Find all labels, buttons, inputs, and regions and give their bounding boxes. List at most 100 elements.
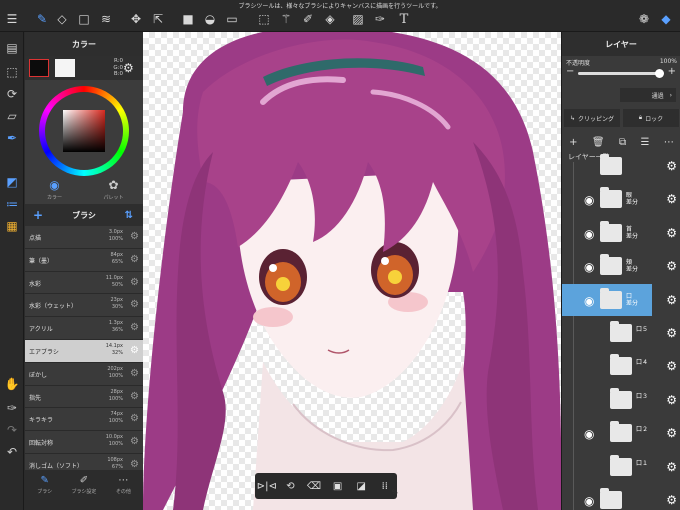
layer-settings-gear-icon[interactable]: ⚙ [666, 426, 677, 440]
eye-icon[interactable]: ◉ [584, 427, 594, 441]
eye-icon[interactable]: ◉ [584, 260, 594, 274]
sort-brush-icon[interactable]: ⇅ [125, 210, 133, 221]
brush-gear-icon[interactable]: ⚙ [130, 322, 139, 333]
eraser-tool-icon[interactable]: ◇ [54, 11, 70, 27]
tab-palette[interactable]: ✿ パレット [84, 174, 143, 204]
eye-icon[interactable]: ◉ [584, 294, 594, 308]
tab-brush-settings[interactable]: ✐ ブラシ設定 [64, 470, 103, 500]
brush-gear-icon[interactable]: ⚙ [130, 254, 139, 265]
add-layer-icon[interactable]: + [569, 137, 577, 148]
brush-gear-icon[interactable]: ⚙ [130, 413, 139, 424]
brush-gear-icon[interactable]: ⚙ [130, 459, 139, 470]
saturation-value-square[interactable] [63, 110, 105, 152]
stabilizer-icon[interactable]: ✒ [4, 130, 20, 146]
layers-toggle-icon[interactable]: ◆ [658, 11, 674, 27]
layer-row[interactable]: ◉ 眼差分 ⚙ [562, 183, 680, 215]
magic-wand-icon[interactable]: ⚚ [278, 11, 294, 27]
tab-other[interactable]: ⋯ その他 [104, 470, 143, 500]
eye-icon[interactable]: ◉ [584, 227, 594, 241]
color-toggle-icon[interactable]: ◩ [4, 174, 20, 190]
hue-wheel[interactable] [39, 86, 129, 176]
clipping-button[interactable]: ↳ クリッピング [564, 109, 620, 127]
layer-move-icon[interactable]: ▨ [350, 11, 366, 27]
brush-tool-icon[interactable]: ✎ [34, 11, 50, 27]
edit-color-icon[interactable]: ◪ [349, 473, 373, 499]
layer-settings-gear-icon[interactable]: ⚙ [666, 159, 677, 173]
brush-item[interactable]: アクリル 1.3px 36% ⚙ [25, 317, 143, 340]
eyedropper-side-icon[interactable]: ✑ [4, 400, 20, 416]
transform-rotate-icon[interactable]: ⟲ [279, 473, 303, 499]
text-tool-icon[interactable]: T [396, 11, 412, 27]
layer-settings-gear-icon[interactable]: ⚙ [666, 293, 677, 307]
brush-item[interactable]: 水彩 11.0px 50% ⚙ [25, 271, 143, 295]
color-settings-gear-icon[interactable]: ⚙ [123, 61, 134, 75]
layer-settings-gear-icon[interactable]: ⚙ [666, 493, 677, 507]
opacity-minus-icon[interactable]: − [566, 66, 574, 77]
brush-list-toggle-icon[interactable]: ≔ [4, 196, 20, 212]
layer-row[interactable]: 口３ ⚙ [562, 384, 680, 416]
select-pen-icon[interactable]: ✐ [300, 11, 316, 27]
layer-settings-gear-icon[interactable]: ⚙ [666, 393, 677, 407]
brush-gear-icon[interactable]: ⚙ [130, 231, 139, 242]
opacity-plus-icon[interactable]: + [668, 66, 676, 77]
redo-icon[interactable]: ↷ [4, 422, 20, 438]
gradient-tool-icon[interactable]: ▭ [224, 11, 240, 27]
drawing-canvas[interactable] [143, 32, 561, 510]
move-tool-icon[interactable]: ✥ [128, 11, 144, 27]
blend-mode-select[interactable]: 通過 › [620, 88, 676, 102]
lock-button[interactable]: 🔒︎ ロック [623, 109, 679, 127]
opacity-slider[interactable] [578, 69, 664, 78]
layer-row-selected[interactable]: ◉ 口差分 ⚙ [562, 283, 680, 316]
eye-icon[interactable]: ◉ [584, 494, 594, 508]
materials-icon[interactable]: ❁ [636, 11, 652, 27]
layer-settings-gear-icon[interactable]: ⚙ [666, 192, 677, 206]
layer-row[interactable]: ◉ 首差分 ⚙ [562, 217, 680, 249]
duplicate-layer-icon[interactable]: ⧉ [619, 137, 626, 148]
layer-settings-gear-icon[interactable]: ⚙ [666, 259, 677, 273]
layer-settings-gear-icon[interactable]: ⚙ [666, 326, 677, 340]
hand-tool-icon[interactable]: ✋ [4, 376, 20, 392]
layer-settings-gear-icon[interactable]: ⚙ [666, 226, 677, 240]
transform-tool-icon[interactable]: ⇱ [150, 11, 166, 27]
select-eraser-icon[interactable]: ◈ [322, 11, 338, 27]
eye-icon[interactable]: ◉ [584, 193, 594, 207]
brush-gear-icon[interactable]: ⚙ [130, 277, 139, 288]
snap-icon[interactable]: ⟳ [4, 86, 20, 102]
secondary-color-swatch[interactable] [55, 59, 75, 77]
brush-gear-icon[interactable]: ⚙ [130, 391, 139, 402]
opacity-slider-knob[interactable] [655, 69, 664, 78]
tab-color[interactable]: ◉ カラー [25, 174, 84, 204]
canvas-size-icon[interactable]: ▣ [326, 473, 350, 499]
layer-row[interactable]: ◉ ⚙ [562, 484, 680, 510]
brush-item-selected[interactable]: エアブラシ 14.1px 32% ⚙ [25, 339, 143, 363]
delete-layer-icon[interactable]: 🗑︎ [592, 137, 605, 148]
layer-row[interactable]: ◉ 口２ ⚙ [562, 417, 680, 449]
brush-gear-icon[interactable]: ⚙ [130, 345, 139, 356]
fill-color-icon[interactable]: ■ [180, 11, 196, 27]
layer-row[interactable]: 口１ ⚙ [562, 451, 680, 483]
undo-icon[interactable]: ↶ [4, 444, 20, 460]
layer-row[interactable]: 口５ ⚙ [562, 317, 680, 349]
brush-gear-icon[interactable]: ⚙ [130, 436, 139, 447]
layer-row[interactable]: ◉ 頬差分 ⚙ [562, 250, 680, 282]
eyedropper-icon[interactable]: ✑ [372, 11, 388, 27]
pages-icon[interactable]: ▤ [4, 40, 20, 56]
layer-row[interactable]: 口４ ⚙ [562, 350, 680, 382]
primary-color-swatch[interactable] [29, 59, 49, 77]
material-toggle-icon[interactable]: ▦ [4, 218, 20, 234]
layer-list-icon[interactable]: ☰ [640, 137, 649, 148]
object-tool-icon[interactable]: □ [76, 11, 92, 27]
smudge-tool-icon[interactable]: ≋ [98, 11, 114, 27]
layer-settings-gear-icon[interactable]: ⚙ [666, 460, 677, 474]
brush-gear-icon[interactable]: ⚙ [130, 299, 139, 310]
add-brush-icon[interactable]: + [33, 208, 43, 222]
ruler-icon[interactable]: ▱ [4, 108, 20, 124]
brush-item[interactable]: 水彩（ウェット） 23px 30% ⚙ [25, 294, 143, 318]
clear-layer-icon[interactable]: ⌫ [302, 473, 326, 499]
layer-row[interactable]: ⚙ [562, 150, 680, 182]
layer-more-icon[interactable]: ⋯ [664, 137, 674, 148]
selection-mode-icon[interactable]: ⬚ [4, 64, 20, 80]
flip-horizontal-icon[interactable]: ⊳|⊲ [255, 473, 279, 499]
brush-item[interactable]: 指先 28px 100% ⚙ [25, 385, 143, 409]
tab-brush[interactable]: ✎ ブラシ [25, 470, 64, 500]
